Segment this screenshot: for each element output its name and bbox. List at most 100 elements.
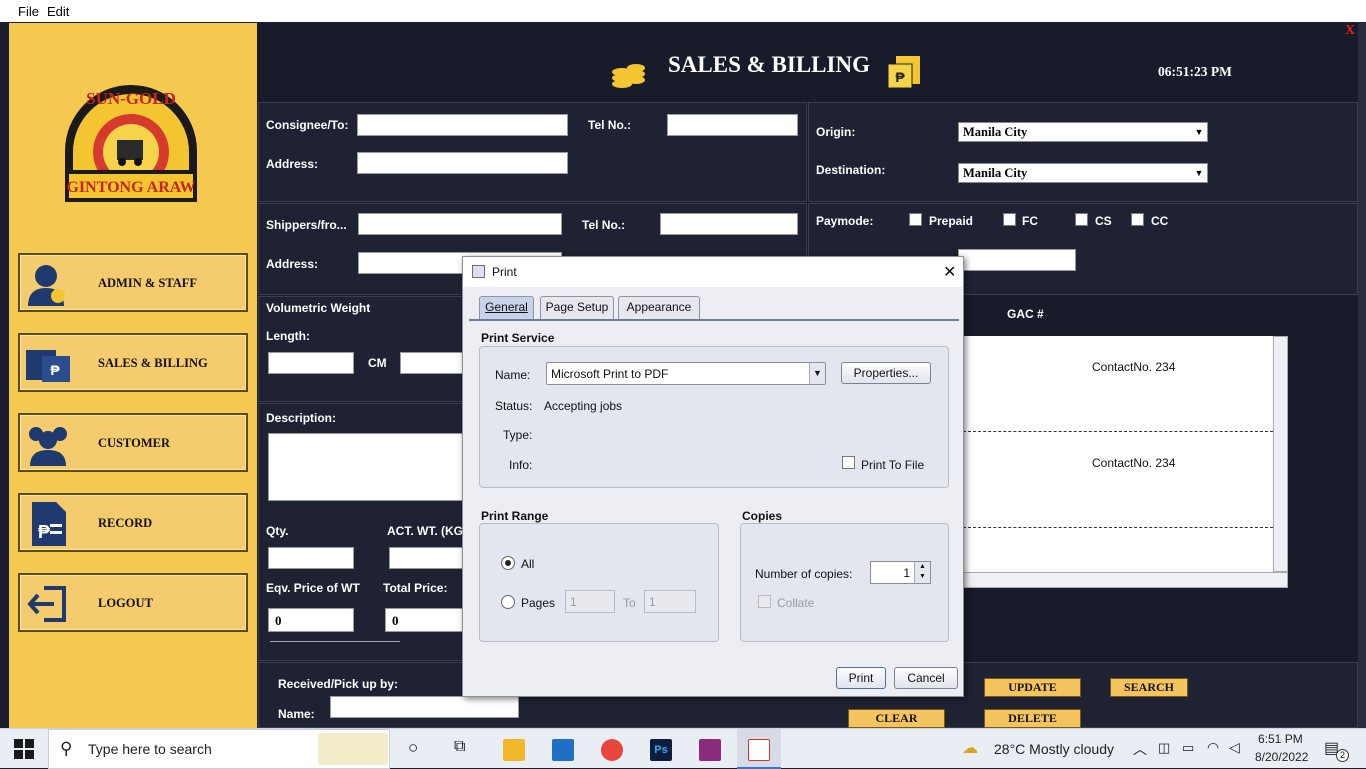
chrome-icon[interactable] xyxy=(601,739,623,761)
tab-page-setup[interactable]: Page Setup xyxy=(540,296,614,319)
print-dialog: Print ✕ General Page Setup Appearance Pr… xyxy=(462,256,964,697)
weather-text[interactable]: 28°C Mostly cloudy xyxy=(994,741,1114,757)
winrar-icon[interactable] xyxy=(699,739,721,761)
print-range-heading: Print Range xyxy=(481,509,549,523)
all-label: All xyxy=(521,557,535,571)
clear-button[interactable]: CLEAR xyxy=(848,709,945,728)
volume-icon[interactable]: ◁ xyxy=(1229,739,1240,756)
battery-icon[interactable]: ▭ xyxy=(1182,740,1194,756)
collate-label: Collate xyxy=(777,596,815,610)
fc-checkbox[interactable] xyxy=(1003,213,1016,226)
chevron-down-icon: ▼ xyxy=(809,363,825,384)
print-range-group xyxy=(479,523,719,642)
search-button[interactable]: SEARCH xyxy=(1110,678,1188,697)
pages-from-input[interactable]: 1 xyxy=(565,590,615,613)
record-icon: ₱ xyxy=(24,500,72,548)
search-placeholder: Type here to search xyxy=(88,741,212,757)
print-button[interactable]: Print xyxy=(836,667,886,689)
wifi-icon[interactable]: ◠ xyxy=(1207,739,1219,756)
consignee-input[interactable] xyxy=(357,114,568,136)
sidebar-item-record[interactable]: ₱ RECORD xyxy=(18,493,248,552)
tab-general[interactable]: General xyxy=(479,296,534,319)
close-icon[interactable]: X xyxy=(1345,23,1355,39)
collate-checkbox[interactable] xyxy=(758,595,771,608)
billing-icon: ₱ xyxy=(24,340,72,388)
shipper-tel-input[interactable] xyxy=(660,213,798,235)
sidebar-item-customer[interactable]: CUSTOMER xyxy=(18,413,248,472)
consignee-address-input[interactable] xyxy=(357,152,568,174)
sidebar-item-admin-staff[interactable]: ADMIN & STAFF xyxy=(18,253,248,312)
received-name-input[interactable] xyxy=(330,696,519,718)
act-wt-input[interactable] xyxy=(389,547,469,569)
menu-bar: File Edit xyxy=(0,0,1366,22)
meet-icon[interactable]: ◫ xyxy=(1158,740,1170,756)
consignee-tel-input[interactable] xyxy=(667,114,798,136)
mail-icon[interactable] xyxy=(552,739,574,761)
prepaid-checkbox[interactable] xyxy=(909,213,922,226)
tab-underline xyxy=(469,319,959,321)
description-label: Description: xyxy=(266,411,337,425)
all-radio[interactable] xyxy=(501,556,515,570)
billing-header-icon: ₱ xyxy=(886,54,922,90)
sidebar-item-label: SALES & BILLING xyxy=(98,356,208,370)
dialog-titlebar xyxy=(463,257,963,287)
close-icon[interactable]: ✕ xyxy=(943,262,956,282)
description-textarea[interactable] xyxy=(268,433,468,501)
gac-label: GAC # xyxy=(1007,307,1044,321)
spinner-arrows-icon[interactable]: ▲ ▼ xyxy=(914,562,930,583)
clock-time: 06:51:23 PM xyxy=(1158,64,1232,79)
sidebar-item-logout[interactable]: LOGOUT xyxy=(18,573,248,632)
weather-icon: ☁ xyxy=(962,740,978,757)
photoshop-icon[interactable]: Ps xyxy=(650,739,672,761)
taskbar-time[interactable]: 6:51 PM xyxy=(1258,732,1303,746)
status-value: Accepting jobs xyxy=(544,399,623,413)
paymode-extra-input[interactable] xyxy=(958,249,1076,271)
received-label: Received/Pick up by: xyxy=(278,677,399,691)
destination-select[interactable]: Manila City ▼ xyxy=(958,163,1208,183)
menu-file[interactable]: File xyxy=(18,4,39,19)
chevron-up-icon[interactable]: ︿ xyxy=(1133,739,1147,759)
notification-badge: 2 xyxy=(1336,749,1349,762)
pages-radio[interactable] xyxy=(501,595,515,609)
volumetric-label: Volumetric Weight xyxy=(266,301,371,315)
sidebar-item-sales-billing[interactable]: ₱ SALES & BILLING xyxy=(18,333,248,392)
total-price-field[interactable]: 0 xyxy=(385,608,469,632)
print-to-file-checkbox[interactable] xyxy=(842,456,855,469)
pages-to-input[interactable]: 1 xyxy=(644,590,696,613)
origin-select[interactable]: Manila City ▼ xyxy=(958,122,1208,142)
qty-input[interactable] xyxy=(268,547,354,569)
copies-spinner[interactable]: 1 ▲ ▼ xyxy=(870,561,931,584)
width-input[interactable] xyxy=(400,352,470,374)
origin-value: Manila City xyxy=(963,125,1028,139)
type-label: Type: xyxy=(503,428,533,442)
cortana-icon[interactable]: ○ xyxy=(408,738,418,758)
cs-checkbox[interactable] xyxy=(1075,213,1088,226)
update-button[interactable]: UPDATE xyxy=(984,678,1081,697)
shipper-input[interactable] xyxy=(358,213,562,235)
file-explorer-icon[interactable] xyxy=(503,739,525,761)
length-input[interactable] xyxy=(268,352,354,374)
printer-select[interactable]: Microsoft Print to PDF ▼ xyxy=(546,362,826,385)
task-view-icon[interactable]: ⧉ xyxy=(454,738,465,756)
svg-text:₱: ₱ xyxy=(38,522,50,542)
menu-edit[interactable]: Edit xyxy=(47,4,69,19)
info-label: Info: xyxy=(509,458,533,472)
company-logo: GINTONG ARAW SUN-GOLD xyxy=(60,66,202,208)
sidebar-item-label: LOGOUT xyxy=(98,596,153,610)
svg-text:GINTONG ARAW: GINTONG ARAW xyxy=(66,179,195,196)
divider xyxy=(270,641,400,642)
cc-checkbox[interactable] xyxy=(1131,213,1144,226)
taskbar-date[interactable]: 8/20/2022 xyxy=(1255,750,1308,764)
windows-start-icon[interactable] xyxy=(14,739,36,761)
tab-appearance[interactable]: Appearance xyxy=(618,296,700,319)
cancel-button[interactable]: Cancel xyxy=(894,667,958,689)
chevron-down-icon: ▼ xyxy=(1194,168,1204,178)
table-hscrollbar[interactable] xyxy=(963,572,1288,588)
table-vscrollbar[interactable] xyxy=(1273,336,1288,572)
eqv-label: Eqv. Price of WT xyxy=(266,581,360,595)
dialog-title: Print xyxy=(492,265,517,279)
delete-button[interactable]: DELETE xyxy=(984,709,1081,728)
main-scrollbar[interactable] xyxy=(1358,23,1366,728)
eqv-price-field[interactable]: 0 xyxy=(268,608,354,632)
properties-button[interactable]: Properties... xyxy=(841,362,931,384)
